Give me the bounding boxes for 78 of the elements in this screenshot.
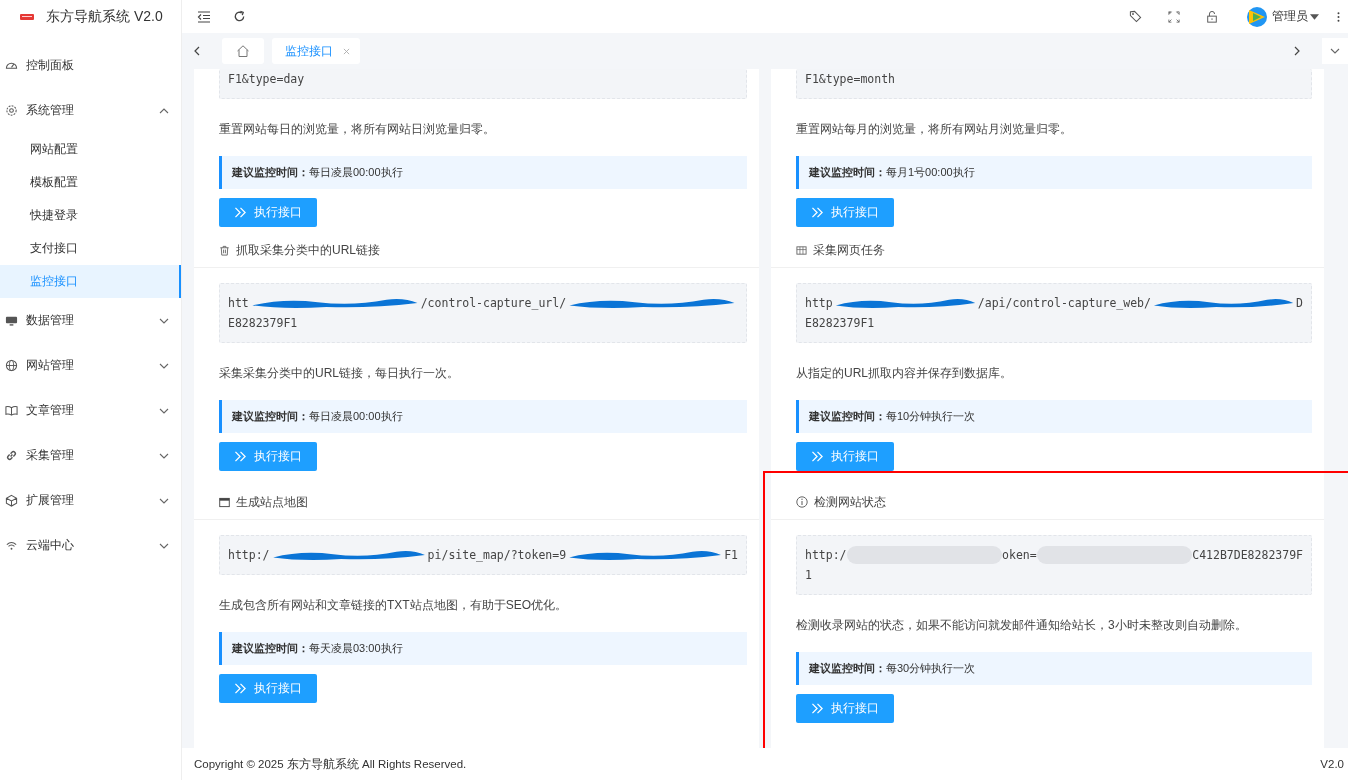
lock-icon[interactable]: [1206, 10, 1218, 23]
description-text: 生成包含所有网站和文章链接的TXT站点地图，有助于SEO优化。: [219, 597, 568, 614]
menu-item[interactable]: 扩展管理: [0, 478, 181, 523]
url-text: 1: [805, 567, 812, 584]
submenu-item[interactable]: 网站配置: [0, 133, 181, 166]
url-text: F1&type=month: [805, 71, 895, 88]
monitor-time-tip: 建议监控时间：每10分钟执行一次: [796, 400, 1312, 433]
caret-icon[interactable]: [1310, 13, 1319, 20]
menu-item[interactable]: 网站管理: [0, 343, 181, 388]
chevron-down-icon: [1330, 48, 1340, 54]
table-icon: [796, 244, 807, 256]
double-chevron-icon: [234, 451, 247, 462]
double-chevron-icon: [811, 703, 824, 714]
url-text: /api/control-capture_web/: [977, 295, 1151, 312]
url-text: http:/: [228, 547, 270, 564]
link-icon: [5, 449, 18, 462]
trash-icon: [219, 244, 230, 256]
info-icon: [796, 496, 808, 508]
copyright-text: Copyright © 2025 东方导航系统 All Rights Reserved.: [194, 756, 467, 772]
app-title: 东方导航系统 V2.0: [46, 7, 163, 26]
menu-item[interactable]: 系统管理: [0, 88, 181, 133]
section-title: 采集网页任务: [813, 241, 885, 259]
tag-icon[interactable]: [1129, 10, 1142, 23]
user-name[interactable]: 管理员: [1272, 8, 1308, 25]
fullscreen-icon[interactable]: [1168, 10, 1180, 23]
section-title: 抓取采集分类中的URL链接: [236, 241, 380, 259]
monitor-time-tip: 建议监控时间：每日凌晨00:00执行: [219, 156, 747, 189]
double-chevron-icon: [234, 207, 247, 218]
gear-icon: [5, 104, 18, 117]
url-text: C412B7DE8282379F: [1192, 547, 1303, 564]
url-text: pi/site_map/?token=9: [427, 547, 567, 564]
logo-icon: [20, 13, 34, 20]
monitor-time-tip: 建议监控时间：每日凌晨00:00执行: [219, 400, 747, 433]
avatar-icon[interactable]: [1246, 5, 1268, 28]
monitor-time-tip: 建议监控时间：每30分钟执行一次: [796, 652, 1312, 685]
more-icon[interactable]: [1337, 10, 1340, 23]
home-icon: [236, 44, 250, 58]
description-text: 重置网站每日的浏览量，将所有网站日浏览量归零。: [219, 121, 496, 138]
submenu-item[interactable]: 支付接口: [0, 232, 181, 265]
monitor-time-tip: 建议监控时间：每天凌晨03:00执行: [219, 632, 747, 665]
url-text: oken=: [1002, 547, 1037, 564]
wifi-icon: [5, 539, 18, 552]
menu-item[interactable]: 云端中心: [0, 523, 181, 568]
refresh-icon[interactable]: [233, 10, 246, 23]
menu-item[interactable]: 采集管理: [0, 433, 181, 478]
monitor-time-tip: 建议监控时间：每月1号00:00执行: [796, 156, 1312, 189]
url-text: F1&type=day: [228, 71, 305, 88]
section-title: 检测网站状态: [814, 493, 886, 511]
url-text: http: [805, 295, 833, 312]
url-text: /control-capture_url/: [420, 295, 567, 312]
section-title: 生成站点地图: [236, 493, 308, 511]
description-text: 从指定的URL抓取内容并保存到数据库。: [796, 365, 1013, 382]
version-text: V2.0: [1320, 758, 1344, 770]
menu-item[interactable]: 数据管理: [0, 298, 181, 343]
double-chevron-icon: [811, 451, 824, 462]
submenu-item[interactable]: 模板配置: [0, 166, 181, 199]
url-text: D: [1296, 295, 1303, 312]
url-text: F1: [724, 547, 738, 564]
globe-icon: [5, 359, 18, 372]
submenu-item[interactable]: 快捷登录: [0, 199, 181, 232]
menu-fold-icon[interactable]: [197, 10, 211, 23]
chevron-right-icon[interactable]: [1294, 46, 1300, 56]
menu-item[interactable]: 文章管理: [0, 388, 181, 433]
double-chevron-icon: [234, 683, 247, 694]
description-text: 采集采集分类中的URL链接，每日执行一次。: [219, 365, 460, 382]
monitor-icon: [5, 314, 18, 327]
description-text: 重置网站每月的浏览量，将所有网站月浏览量归零。: [796, 121, 1073, 138]
url-text: http:/: [805, 547, 847, 564]
double-chevron-icon: [811, 207, 824, 218]
window-icon: [219, 496, 230, 508]
menu-item[interactable]: 控制面板: [0, 43, 181, 88]
description-text: 检测收录网站的状态，如果不能访问就发邮件通知给站长，3小时未整改则自动删除。: [796, 617, 1248, 634]
url-text: E8282379F1: [228, 315, 298, 332]
book-icon: [5, 404, 18, 417]
chevron-left-icon[interactable]: [194, 46, 200, 56]
url-text: htt: [228, 295, 249, 312]
url-text: E8282379F1: [805, 315, 875, 332]
cube-icon: [5, 494, 18, 507]
